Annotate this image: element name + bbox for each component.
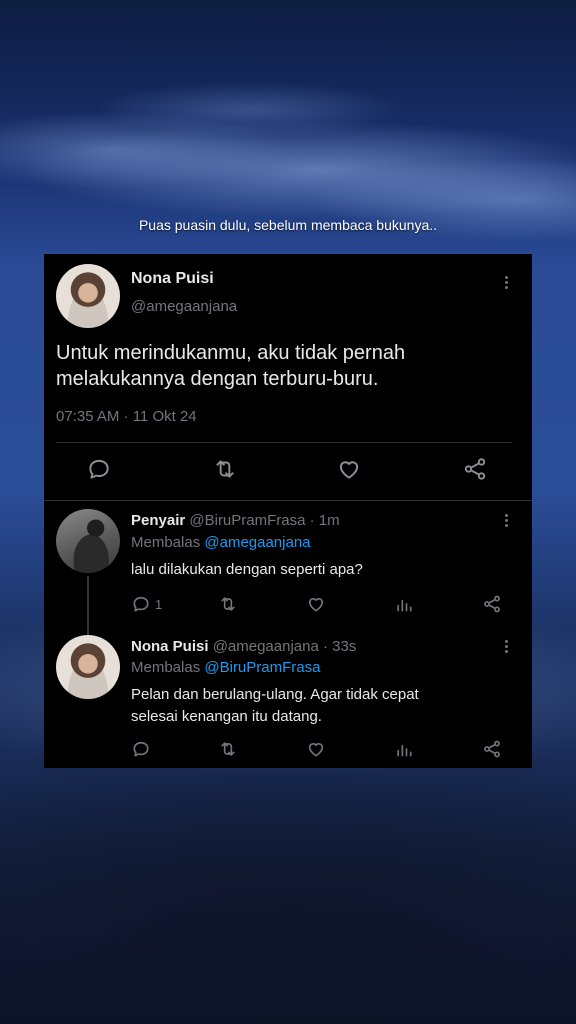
more-icon[interactable]	[498, 512, 514, 532]
avatar[interactable]	[56, 264, 120, 328]
reply-header: Nona Puisi @amegaanjana · 33s	[131, 638, 356, 655]
reply-count: 1	[155, 596, 163, 612]
divider	[44, 500, 532, 501]
thread-connector-line	[87, 576, 89, 636]
more-icon[interactable]	[498, 274, 514, 294]
tweet-timestamp[interactable]: 07:35 AM · 11 Okt 24	[56, 408, 197, 425]
reply-actions: 1	[131, 594, 511, 616]
author-handle[interactable]: @amegaanjana	[131, 298, 237, 315]
like-icon[interactable]	[336, 456, 362, 482]
reply-text: Pelan dan berulang-ulang. Agar tidak cep…	[131, 684, 419, 728]
replying-to: Membalas @BiruPramFrasa	[131, 659, 320, 676]
tweet-text-line: melakukannya dengan terburu-buru.	[56, 368, 379, 390]
reply-text: lalu dilakukan dengan seperti apa?	[131, 561, 363, 578]
replying-to-handle[interactable]: @amegaanjana	[204, 534, 310, 551]
retweet-icon[interactable]	[218, 594, 238, 614]
tweet-text: Untuk merindukanmu, aku tidak pernah mel…	[56, 340, 506, 392]
tweet-screenshot-card: Nona Puisi @amegaanjana Untuk merindukan…	[44, 254, 532, 768]
reply-text-line: Pelan dan berulang-ulang. Agar tidak cep…	[131, 686, 419, 703]
author-display-name[interactable]: Nona Puisi	[131, 270, 214, 288]
avatar[interactable]	[56, 635, 120, 699]
reply-author-name[interactable]: Nona Puisi	[131, 638, 209, 655]
replying-prefix: Membalas	[131, 659, 201, 676]
avatar[interactable]	[56, 509, 120, 573]
reply-icon[interactable]	[86, 456, 112, 482]
views-icon[interactable]	[394, 739, 414, 759]
share-icon[interactable]	[482, 739, 502, 759]
like-icon[interactable]	[306, 739, 326, 759]
reply-icon[interactable]: 1	[131, 594, 162, 614]
retweet-icon[interactable]	[218, 739, 238, 759]
reply-author-name[interactable]: Penyair	[131, 512, 185, 529]
more-icon[interactable]	[498, 638, 514, 658]
replying-prefix: Membalas	[131, 534, 201, 551]
reply-header: Penyair @BiruPramFrasa · 1m	[131, 512, 340, 529]
reply-author-handle[interactable]: @BiruPramFrasa	[189, 512, 305, 529]
share-icon[interactable]	[482, 594, 502, 614]
reply-time[interactable]: · 1m	[310, 512, 340, 529]
video-caption: Puas puasin dulu, sebelum membaca bukuny…	[138, 217, 438, 233]
tweet-actions	[56, 456, 512, 486]
reply-icon[interactable]	[131, 739, 151, 759]
reply-text-line: selesai kenangan itu datang.	[131, 708, 322, 725]
replying-to: Membalas @amegaanjana	[131, 534, 311, 551]
reply-time[interactable]: · 33s	[323, 638, 356, 655]
views-icon[interactable]	[394, 594, 414, 614]
reply-author-handle[interactable]: @amegaanjana	[213, 638, 319, 655]
share-icon[interactable]	[462, 456, 488, 482]
reply-actions	[131, 739, 511, 761]
replying-to-handle[interactable]: @BiruPramFrasa	[204, 659, 320, 676]
tweet-text-line: Untuk merindukanmu, aku tidak pernah	[56, 342, 406, 364]
divider	[56, 442, 512, 443]
retweet-icon[interactable]	[212, 456, 238, 482]
like-icon[interactable]	[306, 594, 326, 614]
